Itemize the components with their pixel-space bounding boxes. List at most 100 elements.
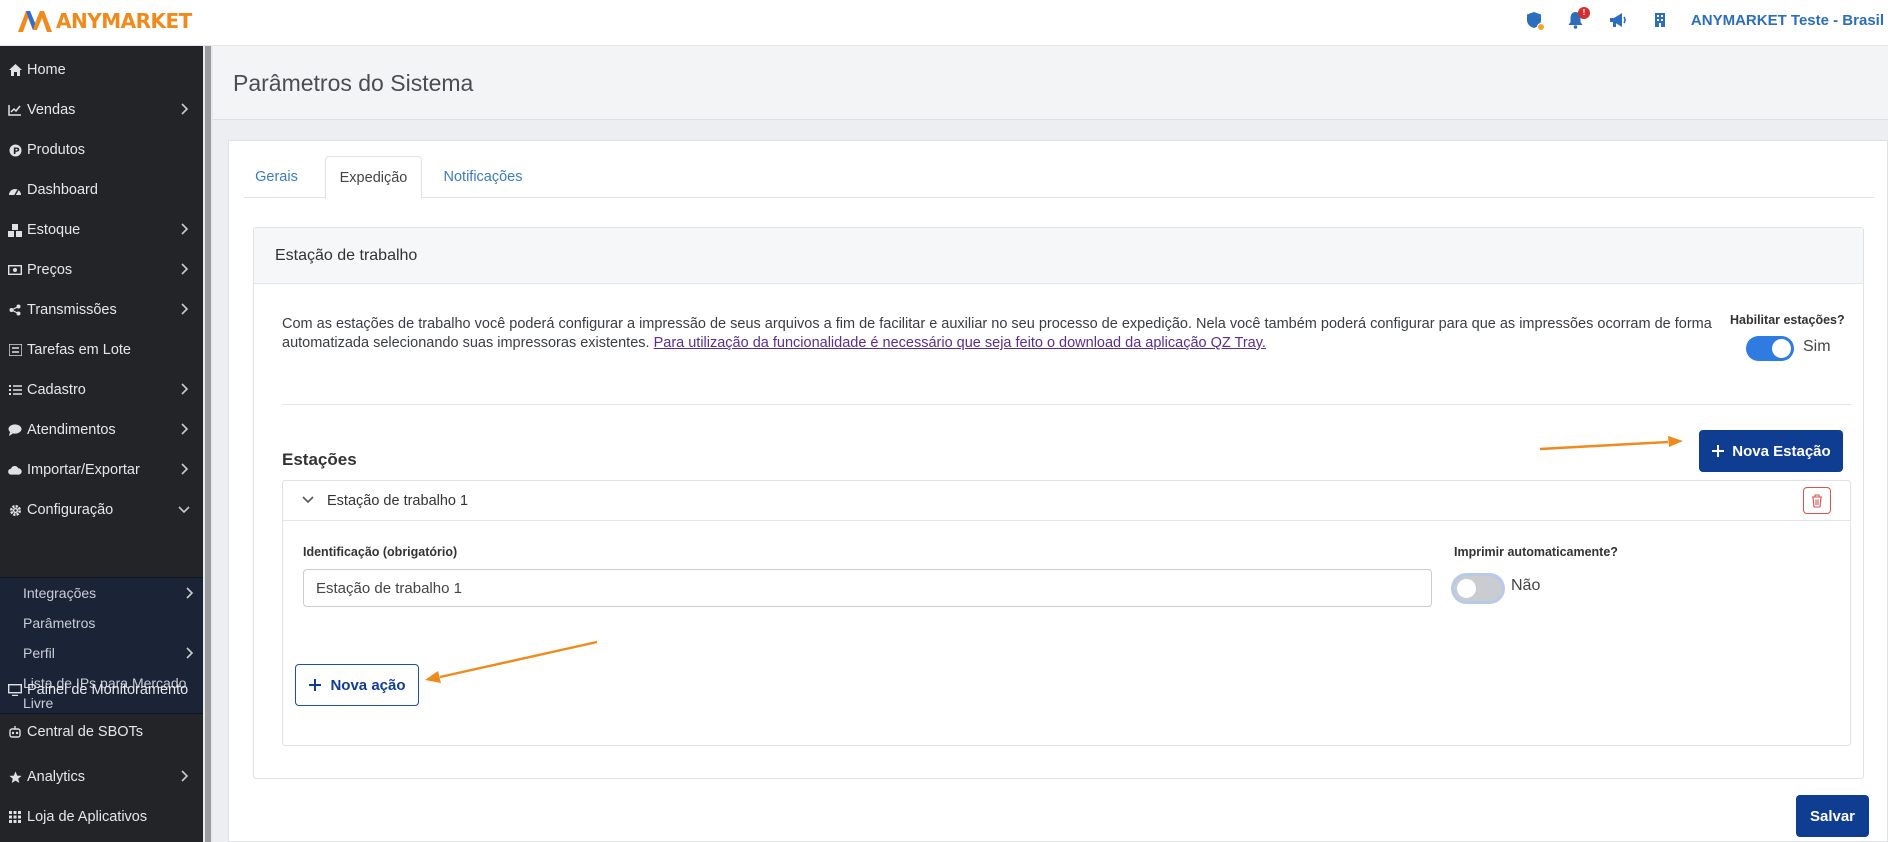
save-button[interactable]: Salvar: [1796, 795, 1869, 837]
chevron-right-icon: [181, 383, 189, 395]
trash-icon: [1812, 493, 1822, 508]
bell-icon[interactable]: !: [1565, 7, 1590, 31]
top-bar: ANYMARKET ! ANYMARKET Teste - Brasil: [0, 0, 1888, 46]
megaphone-icon[interactable]: [1607, 9, 1629, 31]
monitor-icon: [8, 683, 22, 697]
sidebar-item-cadastro[interactable]: Cadastro: [0, 370, 203, 410]
notification-badge: !: [1577, 7, 1590, 19]
sidebar-item-label: Transmissões: [27, 302, 117, 318]
cubes-icon: [8, 223, 22, 237]
identification-input[interactable]: Estação de trabalho 1: [303, 569, 1432, 607]
list-ul-icon: [8, 383, 22, 397]
chart-line-icon: [8, 103, 22, 117]
panel-title: Estação de trabalho: [275, 247, 418, 264]
cloud-icon: [8, 463, 22, 477]
chevron-right-icon: [181, 223, 189, 235]
sidebar-subitem-label: Perfil: [23, 645, 55, 661]
sidebar-item-transmissoes[interactable]: Transmissões: [0, 290, 203, 330]
sidebar: Home Vendas P Produtos Dashboard Estoque…: [0, 46, 203, 842]
sidebar-item-label: Estoque: [27, 222, 81, 238]
comment-icon: [8, 423, 22, 437]
chevron-right-icon: [186, 587, 194, 599]
identification-label: Identificação (obrigatório): [303, 545, 458, 559]
plus-icon: [309, 679, 322, 691]
money-icon: [8, 263, 22, 277]
sidebar-item-label: Loja de Aplicativos: [27, 809, 148, 825]
enable-stations-value: Sim: [1803, 338, 1831, 355]
sidebar-item-loja-aplicativos[interactable]: Loja de Aplicativos: [0, 797, 203, 837]
enable-stations-label: Habilitar estações?: [1730, 313, 1845, 327]
workstation-description: Com as estações de trabalho você poderá …: [282, 315, 1712, 353]
toggle-knob: [1772, 339, 1791, 358]
auto-print-label: Imprimir automaticamente?: [1454, 545, 1618, 559]
sidebar-item-importar-exportar[interactable]: Importar/Exportar: [0, 450, 203, 490]
sidebar-item-estoque[interactable]: Estoque: [0, 210, 203, 250]
new-action-label: Nova ação: [330, 676, 406, 694]
sidebar-item-dashboard[interactable]: Dashboard: [0, 170, 203, 210]
sidebar-item-label: Configuração: [27, 502, 114, 518]
sidebar-subitem-label: Parâmetros: [23, 615, 96, 631]
station-title: Estação de trabalho 1: [327, 493, 469, 509]
sidebar-item-home[interactable]: Home: [0, 50, 203, 90]
scrollbar-thumb[interactable]: [205, 46, 211, 842]
auto-print-value: Não: [1511, 577, 1541, 594]
sidebar-subitem-parametros[interactable]: Parâmetros: [23, 613, 198, 633]
sidebar-item-label: Central de SBOTs: [27, 724, 144, 740]
new-station-label: Nova Estação: [1732, 442, 1831, 460]
sidebar-item-configuracao[interactable]: Configuração: [0, 490, 203, 530]
shield-icon[interactable]: [1523, 9, 1545, 31]
sidebar-item-produtos[interactable]: P Produtos: [0, 130, 203, 170]
page-header: Parâmetros do Sistema: [213, 46, 1888, 120]
sidebar-subitem-perfil[interactable]: Perfil: [23, 643, 198, 663]
page-title: Parâmetros do Sistema: [233, 70, 474, 96]
panel-header: Estação de trabalho: [254, 228, 1863, 284]
shield-status-dot: [1536, 23, 1545, 31]
robot-icon: [8, 725, 22, 739]
station-card: Estação de trabalho 1 Identificação (obr…: [282, 480, 1851, 746]
chevron-right-icon: [181, 303, 189, 315]
sidebar-item-label: Analytics: [27, 769, 86, 785]
sidebar-scrollbar[interactable]: [203, 46, 213, 842]
svg-text:P: P: [13, 147, 20, 157]
tab-gerais[interactable]: Gerais: [244, 156, 309, 198]
new-station-button[interactable]: Nova Estação: [1699, 430, 1843, 472]
workstation-panel: Estação de trabalho Com as estações de t…: [253, 227, 1864, 779]
top-right-actions: ! ANYMARKET Teste - Brasil: [1523, 7, 1884, 32]
logo-text: ANYMARKET: [56, 9, 192, 33]
sidebar-subitem-integracoes[interactable]: Integrações: [23, 583, 198, 603]
chevron-right-icon: [181, 463, 189, 475]
sidebar-subitem-label: Integrações: [23, 585, 97, 601]
section-divider: [282, 404, 1851, 405]
chevron-down-icon[interactable]: [301, 493, 315, 507]
auto-print-toggle[interactable]: [1454, 576, 1502, 601]
dashboard-icon: [8, 183, 22, 197]
toggle-knob: [1457, 579, 1476, 598]
anymarket-logo[interactable]: ANYMARKET: [16, 6, 192, 36]
sidebar-item-central-sbots[interactable]: Central de SBOTs: [0, 712, 203, 752]
sidebar-item-label: Tarefas em Lote: [27, 342, 131, 358]
sidebar-item-label: Preços: [27, 262, 73, 278]
tab-expedicao[interactable]: Expedição: [325, 156, 422, 199]
chevron-right-icon: [181, 770, 189, 782]
qz-tray-download-link[interactable]: Para utilização da funcionalidade é nece…: [654, 335, 1266, 351]
sidebar-item-label: Dashboard: [27, 182, 98, 198]
sidebar-item-atendimentos[interactable]: Atendimentos: [0, 410, 203, 450]
sidebar-item-tarefas-em-lote[interactable]: Tarefas em Lote: [0, 330, 203, 370]
stations-title: Estações: [282, 450, 357, 469]
account-name[interactable]: ANYMARKET Teste - Brasil: [1691, 12, 1884, 29]
new-action-button[interactable]: Nova ação: [295, 664, 419, 706]
sidebar-item-label: Home: [27, 62, 66, 78]
sidebar-item-precos[interactable]: Preços: [0, 250, 203, 290]
chevron-right-icon: [181, 103, 189, 115]
sidebar-item-painel-monitoramento[interactable]: Painel de Monitoramento: [0, 670, 203, 710]
enable-stations-toggle[interactable]: [1746, 336, 1794, 361]
sidebar-item-analytics[interactable]: Analytics: [0, 757, 203, 797]
station-header[interactable]: Estação de trabalho 1: [283, 481, 1850, 521]
home-icon: [8, 63, 22, 77]
delete-station-button[interactable]: [1803, 487, 1831, 514]
tab-notificacoes[interactable]: Notificações: [434, 156, 532, 198]
logo-mark-icon: [18, 11, 52, 32]
building-icon[interactable]: [1649, 9, 1671, 31]
plus-icon: [1712, 445, 1725, 457]
sidebar-item-vendas[interactable]: Vendas: [0, 90, 203, 130]
